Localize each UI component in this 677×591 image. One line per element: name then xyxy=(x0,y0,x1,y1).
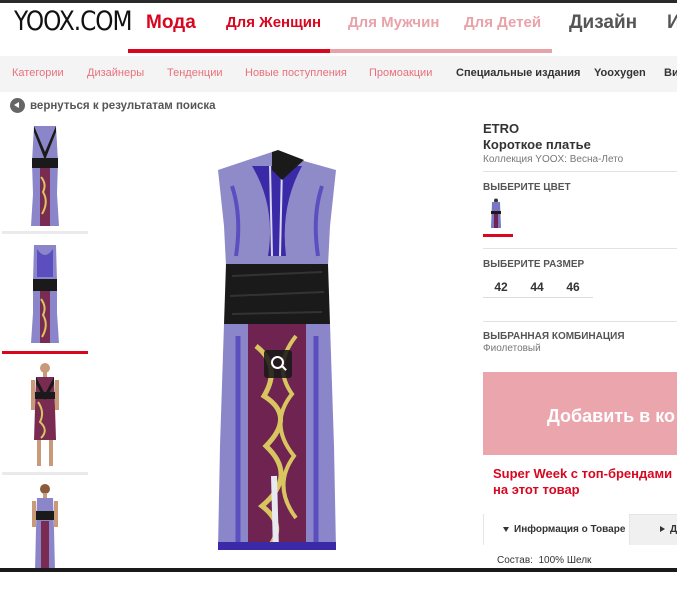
arrow-left-icon xyxy=(10,98,25,113)
size-option-46[interactable]: 46 xyxy=(560,280,586,294)
divider xyxy=(483,248,677,249)
composition-value: 100% Шелк xyxy=(538,555,592,566)
promo-line-1: Super Week с топ-брендами xyxy=(493,466,673,481)
thumbnail-active-indicator xyxy=(2,351,88,354)
size-option-42[interactable]: 42 xyxy=(488,280,514,294)
nav-kids[interactable]: Для Детей xyxy=(464,14,541,31)
color-swatch-violet[interactable] xyxy=(489,198,503,230)
thumbnail-back-view[interactable] xyxy=(2,122,88,232)
thumbnail-underline xyxy=(2,472,88,475)
size-underline xyxy=(483,297,593,298)
thumbnail-front-model[interactable] xyxy=(2,360,88,470)
nav-section-underline xyxy=(330,49,552,53)
promo-text[interactable]: Super Week с топ-брендами на этот товар xyxy=(493,466,672,498)
zoom-icon[interactable] xyxy=(264,350,292,378)
subnav-special-editions[interactable]: Специальные издания xyxy=(456,67,580,79)
nav-women[interactable]: Для Женщин xyxy=(226,14,321,31)
composition-label: Состав: xyxy=(497,555,533,566)
nav-fashion[interactable]: Мода xyxy=(146,12,196,34)
add-to-cart-button[interactable]: Добавить в ко xyxy=(483,372,677,455)
subnav-more[interactable]: Ви xyxy=(664,67,677,79)
size-label: ВЫБЕРИТЕ РАЗМЕР xyxy=(483,259,585,270)
tab-product-info[interactable]: Информация о Товаре xyxy=(483,514,630,545)
product-brand[interactable]: ETRO xyxy=(483,121,519,136)
back-to-results-link[interactable]: вернуться к результатам поиска xyxy=(10,98,216,113)
thumbnail-back-view-selected[interactable] xyxy=(2,241,88,351)
thumbnail-side-model[interactable] xyxy=(2,481,88,591)
back-link-label: вернуться к результатам поиска xyxy=(30,99,216,112)
product-collection: Коллекция YOOX: Весна-Лето xyxy=(483,154,624,165)
divider xyxy=(483,321,677,322)
top-strip xyxy=(0,0,677,3)
composition: Состав: 100% Шелк xyxy=(497,555,591,566)
promo-line-2: на этот товар xyxy=(493,482,580,497)
add-to-cart-label: Добавить в ко xyxy=(547,406,676,426)
subnav-categories[interactable]: Категории xyxy=(12,67,64,79)
subnav-designers[interactable]: Дизайнеры xyxy=(87,67,144,79)
nav-men[interactable]: Для Мужчин xyxy=(348,14,439,31)
subnav-promotions[interactable]: Промоакции xyxy=(369,67,432,79)
nav-design[interactable]: Дизайн xyxy=(569,12,637,34)
divider xyxy=(483,171,677,172)
subnav-new-arrivals[interactable]: Новые поступления xyxy=(245,67,347,79)
caret-right-icon xyxy=(660,526,665,533)
combination-label: ВЫБРАННАЯ КОМБИНАЦИЯ xyxy=(483,331,625,342)
tab-other[interactable]: Д xyxy=(660,524,677,535)
product-name: Короткое платье xyxy=(483,137,591,152)
tab-product-info-label: Информация о Товаре xyxy=(514,524,626,535)
thumbnail-underline xyxy=(2,231,88,234)
size-option-44[interactable]: 44 xyxy=(524,280,550,294)
site-logo[interactable]: YOOX.COM xyxy=(14,6,133,37)
color-label: ВЫБЕРИТЕ ЦВЕТ xyxy=(483,182,571,193)
caret-down-icon xyxy=(503,526,509,532)
subnav-trends[interactable]: Тенденции xyxy=(167,67,223,79)
subnav-yooxygen[interactable]: Yooxygen xyxy=(594,67,646,79)
combination-value: Фиолетовый xyxy=(483,343,541,354)
nav-more[interactable]: И xyxy=(667,12,677,34)
tab-other-label: Д xyxy=(670,524,677,535)
color-selected-indicator xyxy=(483,234,513,237)
nav-active-underline xyxy=(128,49,330,53)
bottom-strip xyxy=(0,568,677,572)
